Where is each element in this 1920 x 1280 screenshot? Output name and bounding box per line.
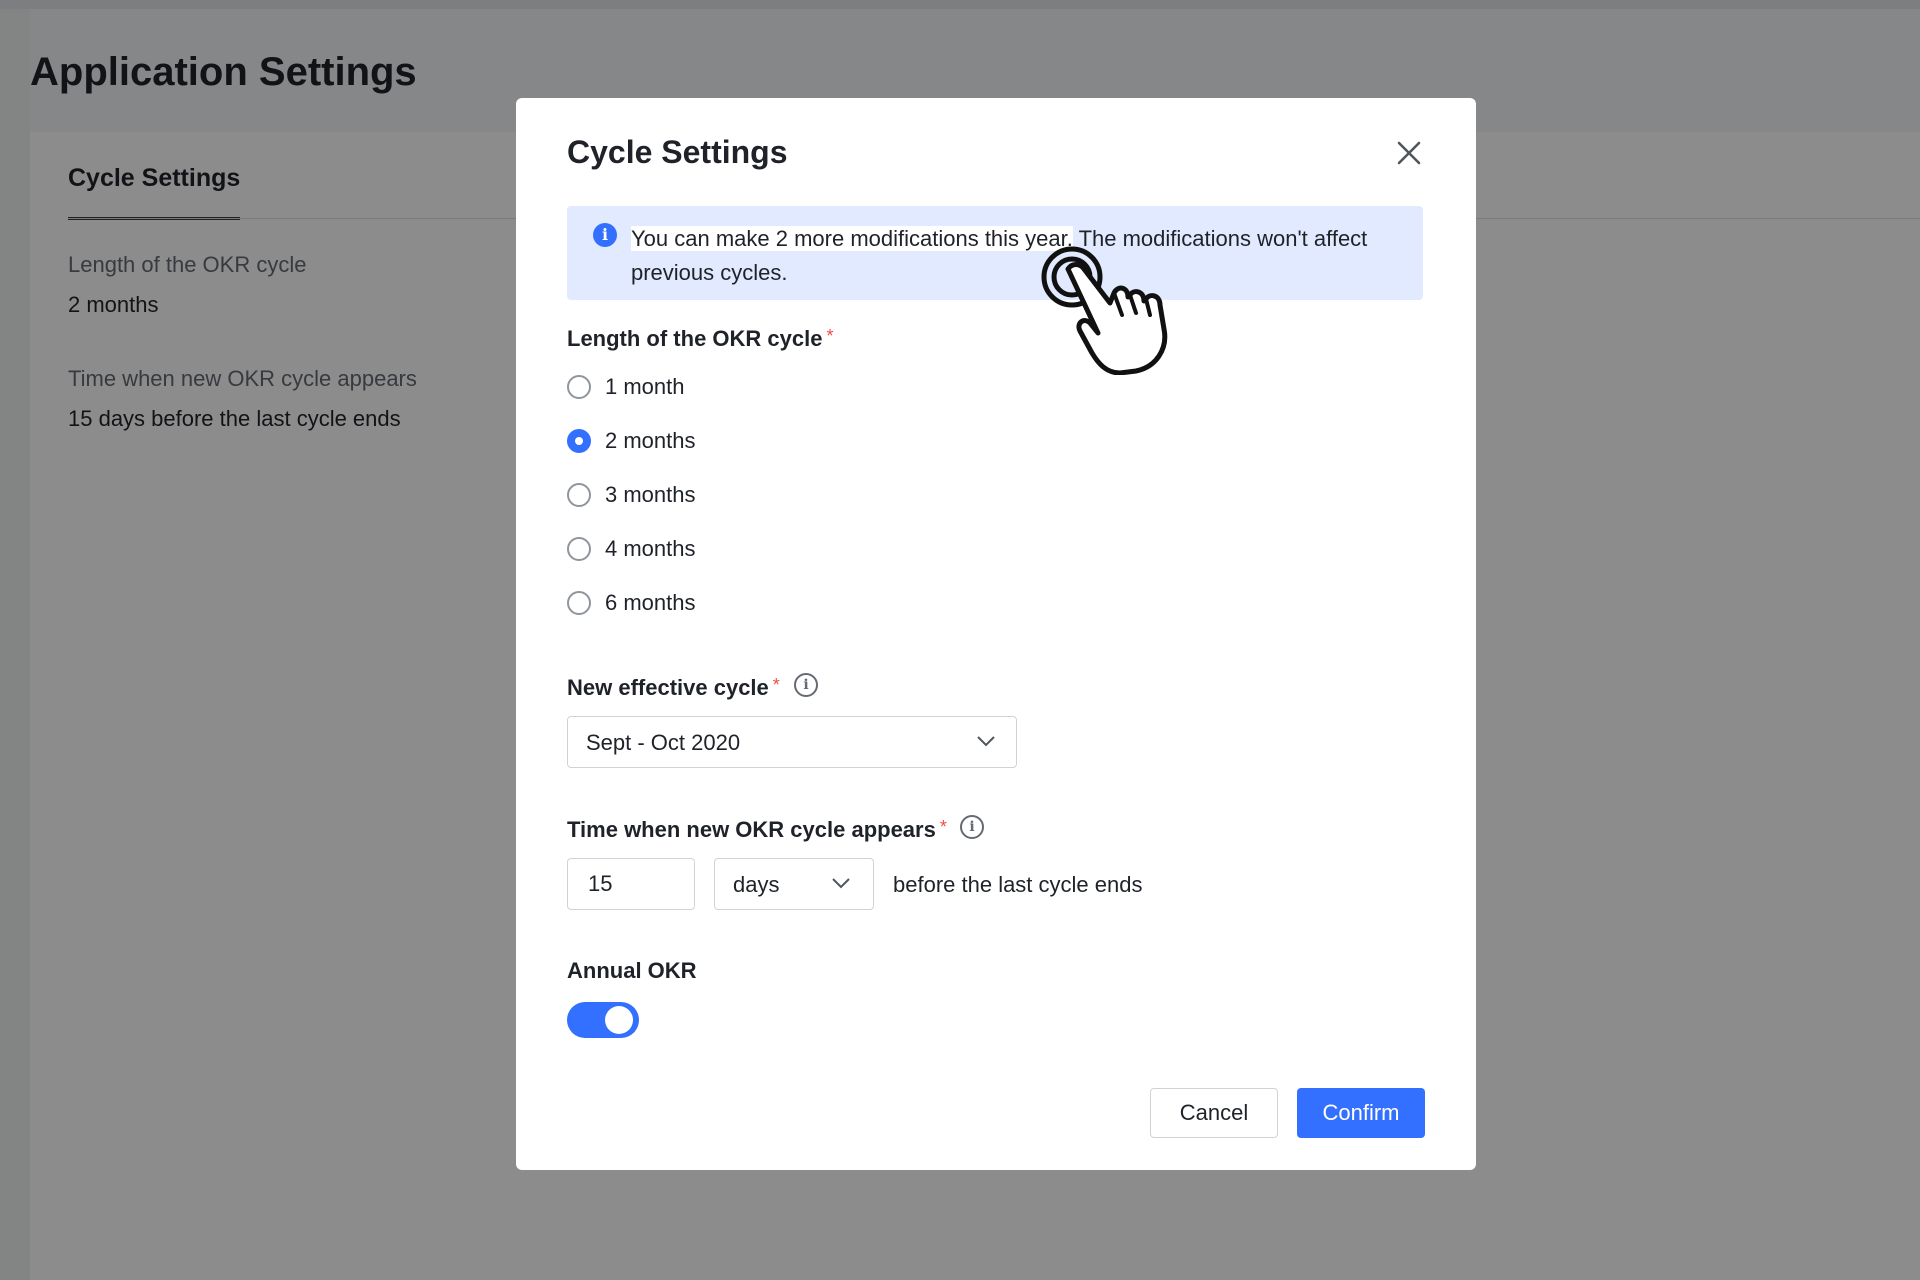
radio-label: 3 months — [605, 482, 696, 507]
radio-button[interactable] — [567, 537, 591, 561]
appear-unit-select[interactable]: days — [714, 858, 874, 910]
radio-label: 2 months — [605, 428, 696, 453]
info-circle-icon[interactable]: i — [960, 815, 984, 839]
appear-time-suffix: before the last cycle ends — [893, 872, 1143, 897]
info-notice: i You can make 2 more modifications this… — [567, 206, 1423, 300]
effective-cycle-value: Sept - Oct 2020 — [586, 730, 741, 755]
radio-label: 4 months — [605, 536, 696, 561]
notice-highlighted-text: You can make 2 more modifications this y… — [631, 226, 1073, 251]
chevron-down-icon — [832, 878, 850, 889]
radio-option-1-month[interactable]: 1 month — [567, 373, 685, 401]
radio-option-6-months[interactable]: 6 months — [567, 589, 696, 617]
appear-amount-input[interactable] — [567, 858, 695, 910]
required-mark: * — [826, 326, 834, 346]
dialog-title: Cycle Settings — [567, 134, 788, 170]
annual-okr-toggle[interactable] — [567, 1002, 639, 1038]
required-mark: * — [939, 817, 947, 837]
cycle-length-field-label: Length of the OKR cycle * — [567, 326, 834, 351]
radio-button-selected[interactable] — [567, 429, 591, 453]
notice-text: You can make 2 more modifications this y… — [631, 222, 1411, 290]
required-mark: * — [772, 675, 780, 695]
radio-label: 6 months — [605, 590, 696, 615]
appear-unit-value: days — [733, 872, 780, 897]
radio-option-2-months[interactable]: 2 months — [567, 427, 696, 455]
radio-button[interactable] — [567, 375, 591, 399]
toggle-knob — [605, 1006, 633, 1034]
close-icon[interactable] — [1392, 136, 1426, 170]
annual-okr-label: Annual OKR — [567, 958, 697, 983]
appear-time-field-label: Time when new OKR cycle appears * — [567, 817, 947, 842]
confirm-button[interactable]: Confirm — [1297, 1088, 1425, 1138]
cycle-settings-dialog: Cycle Settings i You can make 2 more mod… — [516, 98, 1476, 1170]
info-circle-icon[interactable]: i — [794, 673, 818, 697]
radio-button[interactable] — [567, 483, 591, 507]
effective-cycle-select[interactable]: Sept - Oct 2020 — [567, 716, 1017, 768]
cancel-button[interactable]: Cancel — [1150, 1088, 1278, 1138]
radio-button[interactable] — [567, 591, 591, 615]
radio-label: 1 month — [605, 374, 685, 399]
effective-cycle-field-label: New effective cycle * — [567, 675, 780, 700]
info-icon: i — [593, 223, 617, 247]
radio-option-4-months[interactable]: 4 months — [567, 535, 696, 563]
chevron-down-icon — [977, 736, 995, 747]
radio-option-3-months[interactable]: 3 months — [567, 481, 696, 509]
